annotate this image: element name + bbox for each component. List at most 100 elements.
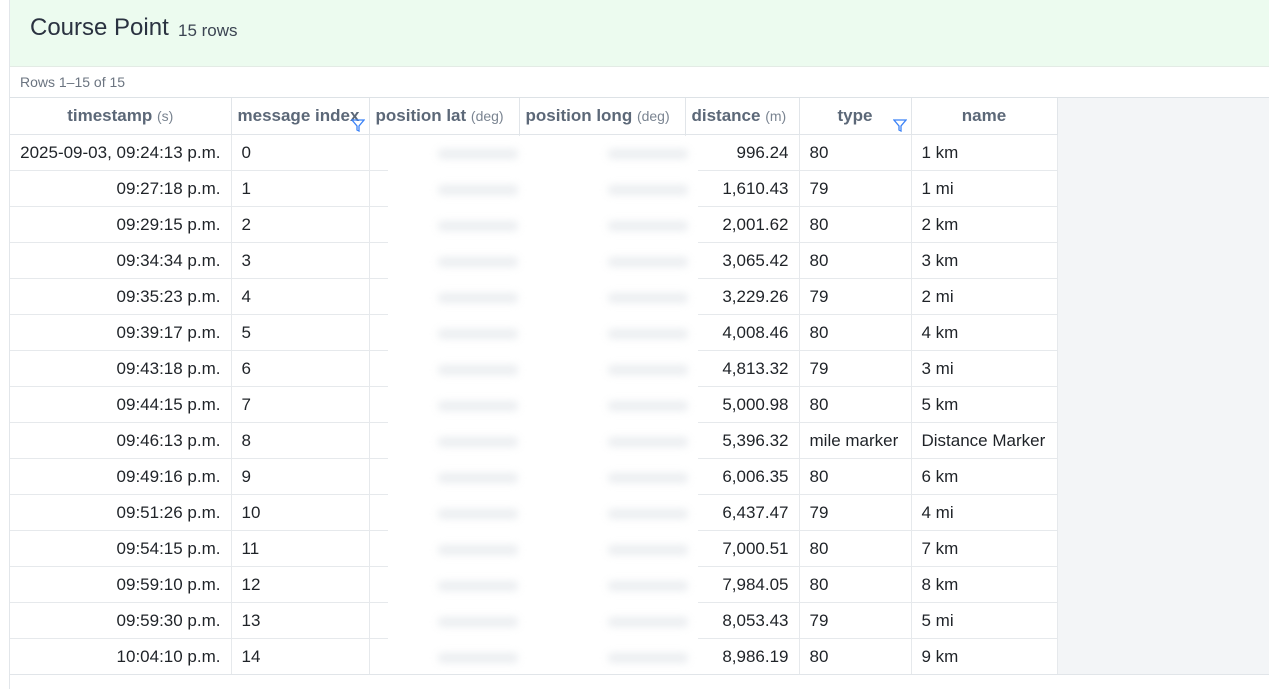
- cell-distance: 996.24: [685, 134, 800, 171]
- cell-message-index: 4: [231, 278, 370, 315]
- panel-header: Course Point 15 rows: [10, 0, 1269, 67]
- cell-name: 4 km: [911, 314, 1058, 351]
- redacted-value: [438, 365, 518, 375]
- cell-name: 8 km: [911, 566, 1058, 603]
- cell-type: 80: [799, 386, 912, 423]
- cell-distance: 6,006.35: [685, 458, 800, 495]
- cell-timestamp: 10:04:10 p.m.: [10, 638, 232, 675]
- col-header-position-lat[interactable]: position lat (deg): [369, 98, 520, 135]
- redacted-value: [608, 617, 688, 627]
- cell-type: 79: [799, 602, 912, 639]
- cell-type: mile marker: [799, 422, 912, 459]
- redacted-value: [438, 185, 518, 195]
- cell-distance: 6,437.47: [685, 494, 800, 531]
- col-unit: (deg): [636, 108, 670, 124]
- cell-timestamp: 09:49:16 p.m.: [10, 458, 232, 495]
- redacted-value: [438, 509, 518, 519]
- col-header-message-index[interactable]: message index: [231, 98, 370, 135]
- col-unit: (m): [765, 108, 787, 124]
- cell-type: 79: [799, 278, 912, 315]
- redacted-coordinates-overlay: [388, 136, 698, 686]
- redacted-value: [438, 473, 518, 483]
- cell-timestamp: 09:34:34 p.m.: [10, 242, 232, 279]
- cell-type: 80: [799, 206, 912, 243]
- cell-type: 79: [799, 350, 912, 387]
- redacted-value: [608, 401, 688, 411]
- cell-message-index: 11: [231, 530, 370, 567]
- cell-message-index: 14: [231, 638, 370, 675]
- redacted-value: [608, 653, 688, 663]
- cell-distance: 7,984.05: [685, 566, 800, 603]
- cell-distance: 5,396.32: [685, 422, 800, 459]
- table-bottom-border: [10, 674, 1269, 675]
- cell-distance: 1,610.43: [685, 170, 800, 207]
- cell-name: Distance Marker: [911, 422, 1058, 459]
- cell-timestamp: 09:29:15 p.m.: [10, 206, 232, 243]
- cell-distance: 3,229.26: [685, 278, 800, 315]
- redacted-value: [438, 617, 518, 627]
- cell-timestamp: 09:39:17 p.m.: [10, 314, 232, 351]
- cell-name: 7 km: [911, 530, 1058, 567]
- cell-type: 79: [799, 494, 912, 531]
- funnel-filter-icon[interactable]: [350, 118, 365, 132]
- redacted-value: [438, 437, 518, 447]
- col-label: type: [837, 106, 873, 125]
- panel-title: Course Point: [30, 14, 169, 41]
- cell-type: 80: [799, 314, 912, 351]
- col-header-timestamp[interactable]: timestamp (s): [10, 98, 232, 135]
- redacted-value: [438, 581, 518, 591]
- cell-message-index: 0: [231, 134, 370, 171]
- cell-type: 80: [799, 530, 912, 567]
- col-header-distance[interactable]: distance (m): [685, 98, 800, 135]
- cell-distance: 8,053.43: [685, 602, 800, 639]
- cell-name: 4 mi: [911, 494, 1058, 531]
- redacted-value: [438, 653, 518, 663]
- cell-message-index: 7: [231, 386, 370, 423]
- cell-message-index: 2: [231, 206, 370, 243]
- col-label: position lat: [375, 106, 467, 125]
- col-header-position-long[interactable]: position long (deg): [519, 98, 686, 135]
- col-header-type[interactable]: type: [799, 98, 912, 135]
- redacted-value: [608, 437, 688, 447]
- cell-name: 6 km: [911, 458, 1058, 495]
- cell-type: 80: [799, 134, 912, 171]
- col-unit: (s): [156, 108, 174, 124]
- cell-message-index: 3: [231, 242, 370, 279]
- grid-empty-area: [1057, 98, 1269, 674]
- header-row: timestamp (s) message index position lat…: [10, 98, 1058, 135]
- cell-distance: 4,813.32: [685, 350, 800, 387]
- col-label: timestamp: [67, 106, 153, 125]
- cell-type: 80: [799, 242, 912, 279]
- cell-distance: 5,000.98: [685, 386, 800, 423]
- cell-timestamp: 09:44:15 p.m.: [10, 386, 232, 423]
- redacted-value: [608, 329, 688, 339]
- col-header-name[interactable]: name: [911, 98, 1058, 135]
- redacted-value: [438, 329, 518, 339]
- cell-distance: 4,008.46: [685, 314, 800, 351]
- redacted-value: [608, 581, 688, 591]
- cell-message-index: 8: [231, 422, 370, 459]
- row-count: 15 rows: [178, 21, 238, 40]
- cell-name: 5 mi: [911, 602, 1058, 639]
- col-label: name: [961, 106, 1007, 125]
- redacted-value: [608, 509, 688, 519]
- cell-message-index: 9: [231, 458, 370, 495]
- cell-distance: 7,000.51: [685, 530, 800, 567]
- redacted-value: [438, 221, 518, 231]
- cell-type: 80: [799, 638, 912, 675]
- col-label: message index: [237, 106, 360, 125]
- cell-timestamp: 09:59:30 p.m.: [10, 602, 232, 639]
- cell-message-index: 1: [231, 170, 370, 207]
- redacted-value: [608, 257, 688, 267]
- redacted-value: [438, 545, 518, 555]
- redacted-value: [608, 473, 688, 483]
- cell-timestamp: 09:46:13 p.m.: [10, 422, 232, 459]
- cell-timestamp: 09:54:15 p.m.: [10, 530, 232, 567]
- funnel-filter-icon[interactable]: [892, 118, 907, 132]
- redacted-value: [438, 293, 518, 303]
- cell-name: 9 km: [911, 638, 1058, 675]
- col-unit: (deg): [470, 108, 504, 124]
- redacted-value: [608, 149, 688, 159]
- cell-distance: 3,065.42: [685, 242, 800, 279]
- cell-timestamp: 09:51:26 p.m.: [10, 494, 232, 531]
